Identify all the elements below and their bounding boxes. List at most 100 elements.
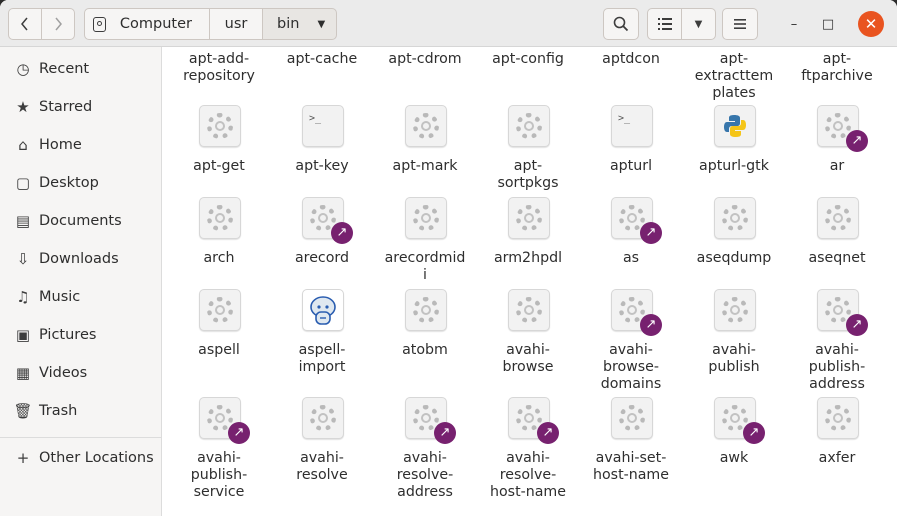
symlink-arrow-icon: ↗: [434, 422, 456, 444]
file-name-line: i: [423, 267, 427, 283]
sidebar-item-label: Documents: [39, 213, 122, 229]
executable-gear-icon: [405, 197, 447, 239]
gear-shape: [619, 405, 645, 431]
file-name-line: plates: [712, 85, 756, 101]
executable-gear-icon: ↗: [714, 397, 765, 444]
file-name: atobm: [373, 342, 477, 359]
view-options-dropdown[interactable]: ▼: [681, 8, 716, 40]
minimize-button[interactable]: –: [781, 11, 807, 37]
file-item[interactable]: avahi-resolve: [270, 397, 374, 516]
sidebar-item-videos[interactable]: ▦ Videos: [0, 355, 161, 391]
file-name-line: apt-config: [492, 51, 564, 67]
executable-gear-icon: [405, 289, 447, 331]
maximize-button[interactable]: □: [815, 11, 841, 37]
executable-gear-icon: ↗: [611, 289, 662, 336]
back-button[interactable]: [8, 8, 42, 40]
file-item[interactable]: ↗ avahi-publish-service: [167, 397, 271, 516]
search-button[interactable]: [603, 8, 639, 40]
sidebar-item-recent[interactable]: ◷ Recent: [0, 51, 161, 87]
main-menu-button[interactable]: [722, 8, 758, 40]
file-name: axfer: [785, 450, 889, 467]
download-icon: ⇩: [16, 250, 30, 268]
terminal-icon: >_: [302, 105, 344, 147]
sidebar-item-home[interactable]: ⌂ Home: [0, 127, 161, 163]
executable-gear-icon: [508, 105, 550, 147]
file-name-line: apt-key: [295, 158, 349, 174]
executable-gear-icon: [405, 105, 447, 147]
executable-gear-icon: [817, 397, 859, 439]
list-view-icon: [657, 18, 672, 30]
sidebar-item-music[interactable]: ♫ Music: [0, 279, 161, 315]
sidebar-item-trash[interactable]: 🗑 Trash: [0, 393, 161, 429]
sidebar-item-downloads[interactable]: ⇩ Downloads: [0, 241, 161, 277]
sidebar-item-documents[interactable]: ▤ Documents: [0, 203, 161, 239]
symlink-arrow-icon: ↗: [743, 422, 765, 444]
close-button[interactable]: ✕: [858, 11, 884, 37]
file-item[interactable]: ↗ avahi-browse-domains: [579, 289, 683, 409]
python-icon: [714, 105, 756, 147]
file-name-line: apt-cache: [286, 51, 358, 67]
forward-button[interactable]: [41, 8, 75, 40]
gear-shape: [413, 113, 439, 139]
file-name: avahi-set-host-name: [579, 450, 683, 484]
file-name: aspell-import: [270, 342, 374, 376]
sidebar-item-pictures[interactable]: ▣ Pictures: [0, 317, 161, 353]
list-view-button[interactable]: [647, 8, 682, 40]
file-name-line: sortpkgs: [497, 175, 559, 191]
file-item[interactable]: ↗ avahi-resolve-address: [373, 397, 477, 516]
file-item[interactable]: ↗ avahi-resolve-host-name: [476, 397, 580, 516]
file-item[interactable]: aspell: [167, 289, 271, 409]
file-item[interactable]: aspell-import: [270, 289, 374, 409]
gear-shape: [516, 113, 542, 139]
file-name-line: resolve: [296, 467, 348, 483]
sidebar-item-starred[interactable]: ★ Starred: [0, 89, 161, 125]
file-item[interactable]: axfer: [785, 397, 889, 516]
sidebar-item-desktop[interactable]: ▢ Desktop: [0, 165, 161, 201]
executable-gear-icon: [302, 397, 344, 439]
file-name-line: browse-: [602, 359, 660, 375]
file-name: aspell: [167, 342, 271, 359]
gear-shape: [825, 405, 851, 431]
document-icon: ▤: [15, 212, 31, 230]
file-name: apt-add-repository: [167, 51, 271, 85]
file-item[interactable]: avahi-set-host-name: [579, 397, 683, 516]
clock-icon: ◷: [16, 60, 30, 78]
executable-gear-icon: [199, 289, 241, 331]
file-item[interactable]: ↗ awk: [682, 397, 786, 516]
picture-icon: ▣: [15, 326, 31, 344]
gear-shape: [207, 297, 233, 323]
file-manager-window: Computer usr bin ▼ ▼ – □ ✕ ◷ Recent ★ St…: [0, 0, 897, 516]
symlink-arrow-icon: ↗: [640, 314, 662, 336]
crumb-computer[interactable]: Computer: [84, 8, 210, 40]
file-item[interactable]: atobm: [373, 289, 477, 409]
gear-shape: [207, 113, 233, 139]
file-name: apt-key: [270, 158, 374, 175]
header-bar: Computer usr bin ▼ ▼ – □ ✕: [0, 0, 897, 47]
prompt-glyph: >_: [309, 113, 322, 124]
file-item[interactable]: avahi-browse: [476, 289, 580, 409]
file-name-line: apturl: [609, 158, 653, 174]
sidebar-item-other-locations[interactable]: + Other Locations: [0, 440, 161, 476]
file-name-line: axfer: [818, 450, 856, 466]
crumb-usr[interactable]: usr: [209, 8, 263, 40]
file-name-line: apt-mark: [392, 158, 458, 174]
executable-gear-icon: [714, 197, 756, 239]
desktop-icon: ▢: [15, 174, 31, 192]
file-name-line: browse: [502, 359, 554, 375]
file-name-line: ar: [829, 158, 845, 174]
file-name-line: extracttem: [694, 68, 774, 84]
file-name: apturl: [579, 158, 683, 175]
crumb-bin[interactable]: bin ▼: [262, 8, 337, 40]
star-icon: ★: [16, 98, 30, 116]
gear-shape: [825, 205, 851, 231]
file-item[interactable]: avahi-publish: [682, 289, 786, 409]
file-name-line: arm2hpdl: [493, 250, 563, 266]
file-name: apt-sortpkgs: [476, 158, 580, 192]
sidebar-item-label: Starred: [39, 99, 93, 115]
file-name: arm2hpdl: [476, 250, 580, 267]
symlink-arrow-icon: ↗: [331, 222, 353, 244]
gear-shape: [516, 205, 542, 231]
file-item[interactable]: ↗ avahi-publish-address: [785, 289, 889, 409]
file-name-line: aptdcon: [602, 51, 660, 67]
file-name: arch: [167, 250, 271, 267]
